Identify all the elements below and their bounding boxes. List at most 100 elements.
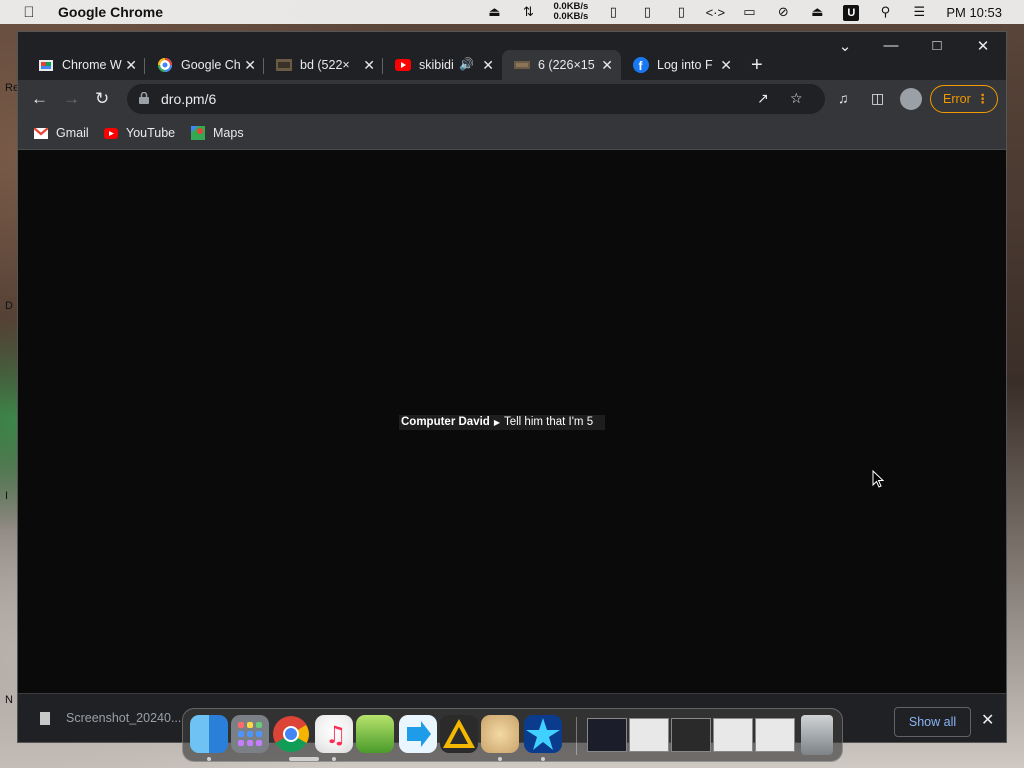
bookmark-maps[interactable]: Maps [191,126,244,140]
running-indicator [289,757,319,761]
wifi-off-icon[interactable]: ⊘ [766,4,800,20]
close-window-button[interactable]: ✕ [963,37,1003,55]
error-button[interactable]: Error ⋮ [930,85,998,113]
tab[interactable]: skibidi 🔊 ✕ [383,50,502,80]
close-icon[interactable]: ✕ [244,57,256,74]
window-thumbnail[interactable] [755,718,795,752]
phone-icon[interactable]: ▯ [664,4,698,20]
sync-icon[interactable]: ⇅ [511,4,545,20]
share-icon[interactable]: ↗ [757,90,769,107]
tab[interactable]: 6 (226×15 ✕ [502,50,621,80]
code-arrows-icon[interactable]: <·> [698,5,732,20]
display-icon[interactable]: ▭ [732,4,766,20]
chrome-web-store-icon [38,57,54,73]
bookmark-star-icon[interactable]: ☆ [790,90,803,107]
show-all-button[interactable]: Show all [894,707,971,737]
tab[interactable]: f Log into F ✕ [621,50,740,80]
window-thumbnail[interactable] [671,718,711,752]
subtitle-caption: Computer David ▶ Tell him that I'm 5 [399,415,606,430]
media-controls-icon[interactable]: ♫ [838,90,849,106]
download-filename: Screenshot_20240... [66,711,182,725]
control-center-icon[interactable]: ☰ [902,4,936,20]
tab[interactable]: Google Ch ✕ [145,50,264,80]
bookmark-label: YouTube [126,126,176,140]
bookmarks-bar: Gmail YouTube Maps [18,118,1006,150]
preview-icon[interactable] [356,715,394,753]
caption-speaker: Computer David [401,416,490,428]
u-app-icon[interactable]: U [834,4,868,21]
youtube-icon [104,127,118,139]
page-content: Computer David ▶ Tell him that I'm 5 [18,150,1006,693]
clock[interactable]: PM 10:53 [946,5,1002,20]
address-bar[interactable]: dro.pm/6 ↗ ☆ [127,84,825,114]
youtube-icon [395,57,411,73]
search-icon[interactable]: ⚲ [868,4,902,20]
tab-title: skibidi [419,58,454,72]
chrome-window: Chrome W ✕ Google Ch ✕ bd (522× ✕ skibid… [17,31,1007,743]
paint-palette-icon[interactable] [481,715,519,753]
finder-icon[interactable] [190,715,228,753]
side-panel-icon[interactable]: ◫ [871,90,884,107]
music-icon[interactable]: ♫ [315,715,353,753]
running-indicator [207,757,211,761]
running-indicator [332,757,336,761]
close-icon[interactable]: ✕ [981,710,994,730]
dock-separator [576,717,577,755]
reload-button[interactable]: ↻ [95,89,109,109]
google-icon [157,57,173,73]
phone-icon[interactable]: ▯ [630,4,664,20]
forward-button[interactable]: → [63,89,80,109]
dock: ♫ [182,708,843,762]
bookmark-label: Gmail [56,126,89,140]
caption-arrow-icon: ▶ [493,418,500,427]
mouse-cursor-icon [872,470,884,488]
maximize-button[interactable]: □ [917,37,957,54]
apple-icon[interactable]:  [20,4,38,21]
window-thumbnail[interactable] [629,718,669,752]
tab[interactable]: Chrome W ✕ [26,50,145,80]
lock-icon[interactable] [139,92,149,104]
tab-title: Log into F [657,58,713,72]
tab[interactable]: bd (522× ✕ [264,50,383,80]
close-icon[interactable]: ✕ [601,57,613,74]
desktop-label: N [5,694,13,706]
net-down: 0.0KB/s [553,11,589,22]
launchpad-icon[interactable] [231,715,269,753]
status-area: ⏏ ⇅ 0.0KB/s 0.0KB/s ▯ ▯ ▯ <·> ▭ ⊘ ⏏ U ⚲ … [477,0,1002,24]
network-speed[interactable]: 0.0KB/s 0.0KB/s [553,2,588,22]
profile-avatar[interactable] [900,88,922,110]
new-tab-button[interactable]: + [751,54,763,77]
bookmark-gmail[interactable]: Gmail [34,126,89,140]
tab-title: bd (522× [300,58,350,72]
minimize-button[interactable]: — [871,37,911,54]
window-thumbnail[interactable] [587,718,627,752]
window-thumbnail[interactable] [713,718,753,752]
chrome-icon[interactable] [272,715,310,753]
star-app-icon[interactable] [524,715,562,753]
svg-text:♫: ♫ [325,721,347,749]
url-text[interactable]: dro.pm/6 [161,91,216,107]
gmail-icon [34,127,48,139]
trash-icon[interactable] [801,715,833,755]
eject-icon[interactable]: ⏏ [477,4,511,20]
menu-bar:  Google Chrome ⏏ ⇅ 0.0KB/s 0.0KB/s ▯ ▯ … [0,0,1024,24]
file-icon [40,711,50,725]
menu-dots-icon[interactable]: ⋮ [977,86,990,112]
app-name[interactable]: Google Chrome [58,4,163,20]
desktop-label: D [5,300,13,312]
back-button[interactable]: ← [31,89,48,109]
bookmark-youtube[interactable]: YouTube [104,126,175,140]
phone-icon[interactable]: ▯ [596,4,630,20]
speaker-icon[interactable]: 🔊 [459,57,474,71]
tab-title: Chrome W [62,58,122,72]
download-item[interactable]: Screenshot_20240... [40,711,181,725]
tab-search-button[interactable]: ⌄ [825,37,865,55]
bookmark-label: Maps [213,126,244,140]
close-icon[interactable]: ✕ [125,57,137,74]
close-icon[interactable]: ✕ [363,57,375,74]
eject-icon[interactable]: ⏏ [800,4,834,20]
migration-assistant-icon[interactable] [399,715,437,753]
warning-app-icon[interactable] [440,715,478,753]
close-icon[interactable]: ✕ [720,57,732,74]
close-icon[interactable]: ✕ [482,57,494,74]
